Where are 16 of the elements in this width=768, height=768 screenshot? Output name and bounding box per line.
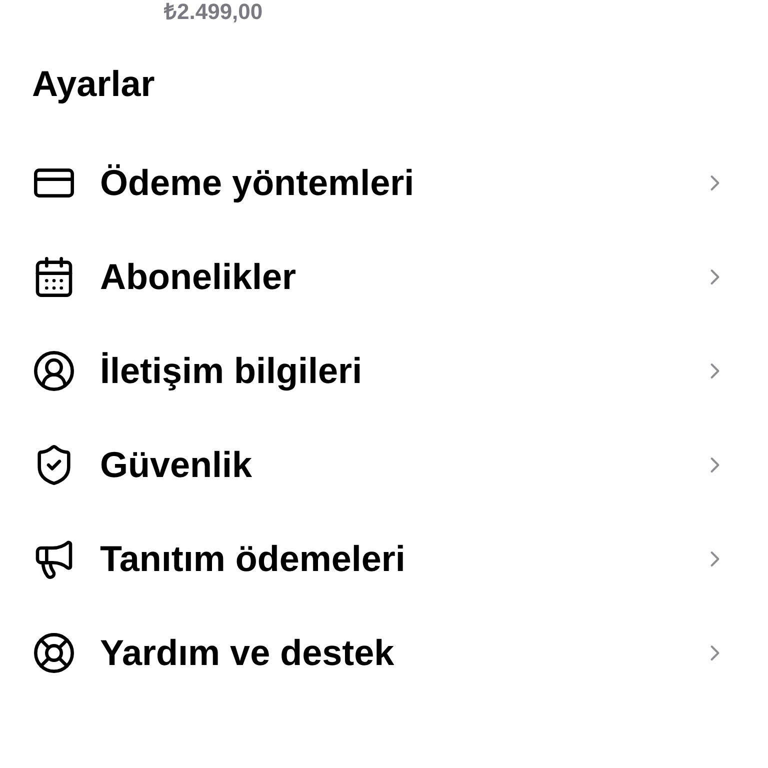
settings-item-label: Tanıtım ödemeleri [100, 537, 406, 581]
settings-item-label: Ödeme yöntemleri [100, 161, 416, 205]
settings-item[interactable]: Güvenlik [32, 418, 736, 512]
settings-item[interactable]: İletişim bilgileri [32, 324, 736, 418]
user-icon [32, 349, 76, 393]
section-title: Ayarlar [32, 62, 155, 106]
settings-item[interactable]: Tanıtım ödemeleri [32, 512, 736, 606]
settings-item-label: Güvenlik [100, 443, 254, 487]
lifebuoy-icon [32, 631, 76, 675]
settings-item-label: Yardım ve destek [100, 631, 396, 675]
settings-item[interactable]: Ödeme yöntemleri [32, 136, 736, 230]
settings-item-label: Abonelikler [100, 255, 298, 299]
settings-item-label: İletişim bilgileri [100, 349, 364, 393]
balance-amount: ₺2.499,00 [164, 0, 263, 24]
settings-item[interactable]: Yardım ve destek [32, 606, 736, 700]
settings-item[interactable]: Abonelikler [32, 230, 736, 324]
